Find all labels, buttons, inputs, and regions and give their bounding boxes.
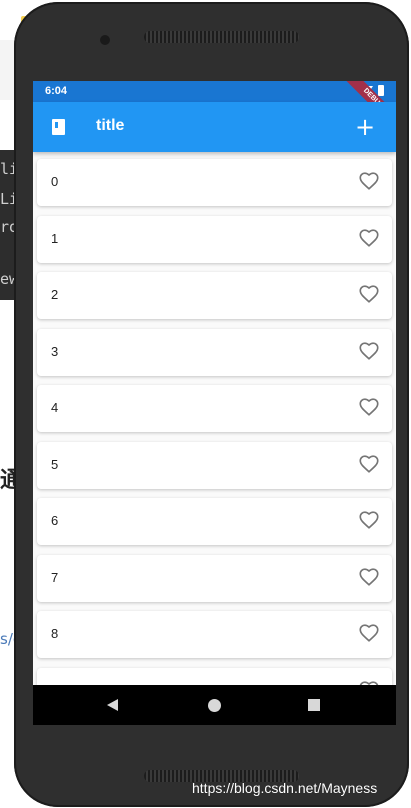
camera-icon — [100, 35, 110, 45]
list-item-label: 3 — [51, 343, 59, 359]
status-time: 6:04 — [45, 85, 68, 97]
list-item[interactable]: 5 — [37, 441, 392, 489]
speaker-grille-top — [144, 31, 299, 43]
battery-icon — [378, 85, 384, 96]
list-item[interactable]: 1 — [37, 215, 392, 263]
list-item-label: 5 — [51, 456, 59, 472]
back-icon[interactable] — [107, 699, 118, 711]
status-bar: 6:04 — [33, 81, 396, 102]
heart-outline-icon[interactable] — [358, 396, 380, 418]
watermark: https://blog.csdn.net/Mayness — [192, 780, 378, 796]
heart-outline-icon[interactable] — [358, 622, 380, 644]
list-item[interactable]: 6 — [37, 498, 392, 545]
navigation-bar — [33, 685, 396, 725]
heart-outline-icon[interactable] — [358, 453, 380, 475]
list-item[interactable]: 3 — [37, 328, 392, 376]
list-item-label: 0 — [51, 174, 59, 189]
book-icon — [52, 119, 65, 135]
list-item[interactable]: 0 — [37, 159, 392, 206]
list-item[interactable]: 7 — [37, 554, 392, 602]
add-button[interactable]: + — [348, 110, 382, 144]
phone-screen: 6:04 DEBUG title + 0123456789 — [33, 81, 396, 725]
recents-icon[interactable] — [308, 699, 320, 711]
heart-outline-icon[interactable] — [358, 227, 380, 249]
list-item-label: 6 — [51, 513, 59, 528]
list-item[interactable]: 8 — [37, 611, 392, 658]
list-item[interactable]: 2 — [37, 272, 392, 319]
list-item-label: 2 — [51, 287, 59, 302]
heart-outline-icon[interactable] — [358, 283, 380, 305]
heart-outline-icon[interactable] — [358, 566, 380, 588]
list-item[interactable]: 4 — [37, 385, 392, 432]
list-item-label: 7 — [51, 569, 59, 585]
list-item-label: 8 — [51, 626, 59, 641]
list-item-label: 4 — [51, 400, 59, 415]
heart-outline-icon[interactable] — [358, 170, 380, 192]
heart-outline-icon[interactable] — [358, 340, 380, 362]
home-icon[interactable] — [208, 699, 221, 712]
app-title: title — [96, 117, 125, 134]
app-bar: title + — [33, 102, 396, 152]
list-item-label: 1 — [51, 230, 59, 246]
heart-outline-icon[interactable] — [358, 509, 380, 531]
